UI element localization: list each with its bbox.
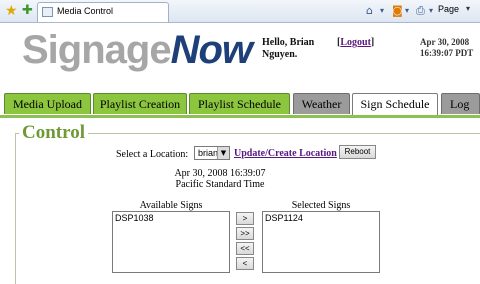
home-icon[interactable]: ⌂ — [366, 3, 373, 18]
update-location-link[interactable]: Update/Create Location — [234, 148, 337, 159]
chevron-down-icon[interactable]: ▼ — [217, 147, 229, 159]
tab-playlist-creation[interactable]: Playlist Creation — [93, 93, 187, 114]
timezone-label: Pacific Standard Time — [175, 179, 265, 190]
logout-bracket-close: ] — [370, 37, 375, 48]
logout-wrapper: [Logout] — [337, 37, 374, 48]
user-greeting: Hello, Brian Nguyen. — [262, 37, 315, 60]
tab-log[interactable]: Log — [441, 93, 480, 114]
available-signs-label: Available Signs — [139, 200, 203, 211]
header-datetime: Apr 30, 2008 16:39:07 PDT — [420, 37, 480, 59]
tab-media-upload[interactable]: Media Upload — [4, 93, 91, 114]
page-favicon-icon — [42, 7, 53, 17]
location-select-value: brian — [198, 148, 219, 158]
logo-text-signage: Signage — [22, 28, 172, 72]
print-icon[interactable]: ⎙ — [416, 3, 425, 18]
chevron-down-icon[interactable]: ▾ — [405, 3, 409, 18]
list-item[interactable]: DSP1124 — [265, 213, 303, 223]
browser-toolbar: ★ ✚ Media Control ⌂ ▾ ◙ ▾ ⎙ ▾ Page ▾ — [0, 0, 480, 23]
page-menu[interactable]: Page — [438, 4, 459, 14]
available-signs-list[interactable]: DSP1038 — [112, 211, 230, 273]
chevron-down-icon[interactable]: ▾ — [429, 3, 433, 18]
tab-playlist-schedule[interactable]: Playlist Schedule — [189, 93, 290, 114]
location-select[interactable]: brian ▼ — [194, 146, 230, 160]
main-nav: Media Upload Playlist Creation Playlist … — [0, 93, 480, 116]
browser-tab[interactable]: Media Control — [37, 2, 169, 22]
nav-underline — [0, 115, 480, 118]
header-date: Apr 30, 2008 — [420, 37, 470, 47]
feeds-icon[interactable]: ◙ — [392, 3, 403, 18]
move-all-left-button[interactable]: << — [236, 242, 254, 255]
chevron-down-icon[interactable]: ▾ — [466, 4, 470, 13]
add-favorites-icon[interactable]: ✚ — [22, 3, 33, 19]
tab-weather[interactable]: Weather — [293, 93, 350, 114]
chevron-down-icon[interactable]: ▾ — [380, 3, 384, 18]
tab-sign-schedule[interactable]: Sign Schedule — [352, 93, 438, 116]
control-title: Control — [19, 122, 88, 144]
current-datetime: Apr 30, 2008 16:39:07 — [174, 168, 266, 179]
browser-tab-title: Media Control — [57, 6, 114, 16]
favorites-star-icon[interactable]: ★ — [5, 3, 18, 19]
move-left-button[interactable]: < — [236, 257, 254, 270]
location-label: Select a Location: — [116, 149, 189, 160]
logo-text-now: Now — [170, 28, 253, 72]
move-all-right-button[interactable]: >> — [236, 227, 254, 240]
logout-link[interactable]: Logout — [340, 37, 371, 48]
header-time: 16:39:07 PDT — [420, 48, 474, 58]
move-right-button[interactable]: > — [236, 212, 254, 225]
selected-signs-label: Selected Signs — [291, 200, 351, 211]
reboot-button[interactable]: Reboot — [339, 145, 376, 159]
list-item[interactable]: DSP1038 — [115, 213, 154, 223]
signage-now-logo: SignageNow — [22, 26, 253, 74]
selected-signs-list[interactable]: DSP1124 — [262, 211, 380, 273]
